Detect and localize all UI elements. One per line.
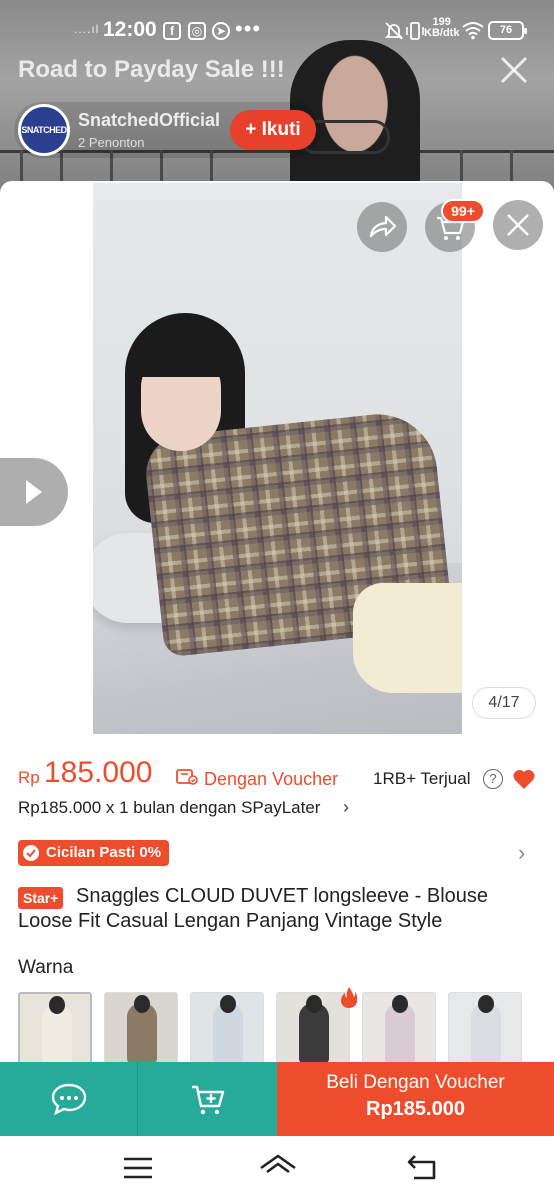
home-icon[interactable] — [258, 1152, 298, 1184]
live-close-icon[interactable] — [496, 52, 532, 88]
network-speed: 199 KB/dtk — [424, 17, 459, 39]
sold-count: 1RB+ Terjual — [373, 769, 471, 788]
voucher-label[interactable]: Dengan Voucher — [204, 769, 338, 790]
host-name[interactable]: SnatchedOfficial — [78, 110, 220, 131]
wifi-icon — [462, 22, 484, 40]
variant-thumbnail[interactable] — [18, 992, 92, 1064]
recent-apps-icon[interactable] — [122, 1156, 154, 1180]
chat-icon — [51, 1083, 87, 1116]
telegram-icon: ➤ — [212, 22, 230, 40]
close-icon — [507, 214, 529, 236]
live-title: Road to Payday Sale !!! — [18, 56, 285, 83]
variant-model-head — [220, 995, 236, 1013]
variant-thumbnail[interactable] — [362, 992, 436, 1064]
status-time: 12:00 — [103, 18, 157, 41]
voucher-icon — [176, 769, 198, 785]
variant-model-head — [392, 995, 408, 1013]
variant-list — [18, 992, 522, 1064]
add-cart-icon — [192, 1085, 225, 1115]
image-skirt — [353, 583, 462, 693]
variant-thumbnail[interactable] — [190, 992, 264, 1064]
back-icon[interactable] — [404, 1152, 440, 1184]
host-avatar[interactable]: SNATCHED — [18, 104, 70, 156]
more-notifications-icon: ••• — [235, 16, 262, 41]
variant-thumbnail[interactable] — [448, 992, 522, 1064]
network-speed-unit: KB/dtk — [424, 27, 460, 39]
heart-icon[interactable] — [512, 768, 536, 790]
plus-icon: + — [245, 119, 257, 140]
spaylater-info[interactable]: Rp185.000 x 1 bulan dengan SPayLater — [18, 798, 320, 818]
action-bar: Beli Dengan Voucher Rp185.000 — [0, 1062, 554, 1136]
variant-label: Warna — [18, 957, 74, 978]
fire-icon — [341, 987, 358, 1008]
chevron-right-icon[interactable]: › — [518, 840, 525, 866]
add-to-cart-button[interactable] — [138, 1062, 277, 1136]
cart-count-badge: 99+ — [441, 199, 485, 223]
close-sheet-button[interactable] — [493, 200, 543, 250]
buy-with-voucher-button[interactable]: Beli Dengan Voucher Rp185.000 — [277, 1062, 554, 1136]
follow-button[interactable]: + Ikuti — [230, 110, 316, 150]
product-title: Snaggles CLOUD DUVET longsleeve - Blouse… — [18, 885, 489, 932]
play-icon — [26, 480, 42, 504]
variant-model-head — [134, 995, 150, 1013]
system-nav-bar — [0, 1136, 554, 1200]
check-badge-icon — [23, 845, 39, 861]
play-video-button[interactable] — [0, 458, 68, 526]
signal-icon: ....ıl — [74, 22, 100, 36]
facebook-icon: f — [163, 22, 181, 40]
variant-thumbnail[interactable] — [276, 992, 350, 1064]
chevron-right-icon[interactable]: › — [343, 797, 349, 818]
do-not-disturb-icon — [384, 22, 404, 40]
viewer-count: 2 Penonton — [78, 135, 145, 150]
follow-label: Ikuti — [261, 119, 301, 140]
status-bar: ....ıl 12:00 f ◎ ➤ ••• 199 KB/dtk 76 — [0, 0, 554, 60]
cicilan-label: Cicilan Pasti 0% — [46, 844, 162, 861]
variant-thumbnail[interactable] — [104, 992, 178, 1064]
product-image[interactable] — [93, 183, 462, 734]
price-currency: Rp — [18, 768, 40, 787]
help-icon[interactable]: ? — [483, 769, 503, 789]
instagram-icon: ◎ — [188, 22, 206, 40]
share-icon — [369, 215, 397, 238]
variant-model-head — [478, 995, 494, 1013]
variant-model-head — [306, 995, 322, 1013]
share-button[interactable] — [357, 202, 407, 252]
buy-label: Beli Dengan Voucher — [326, 1072, 505, 1093]
chat-button[interactable] — [0, 1062, 138, 1136]
cicilan-badge[interactable]: Cicilan Pasti 0% — [18, 840, 170, 866]
battery-icon: 76 — [488, 21, 527, 40]
variant-model-head — [49, 996, 65, 1014]
buy-price: Rp185.000 — [366, 1098, 465, 1120]
vibrate-icon — [406, 22, 424, 40]
image-counter: 4/17 — [472, 687, 536, 719]
product-price: 185.000 — [44, 756, 153, 789]
